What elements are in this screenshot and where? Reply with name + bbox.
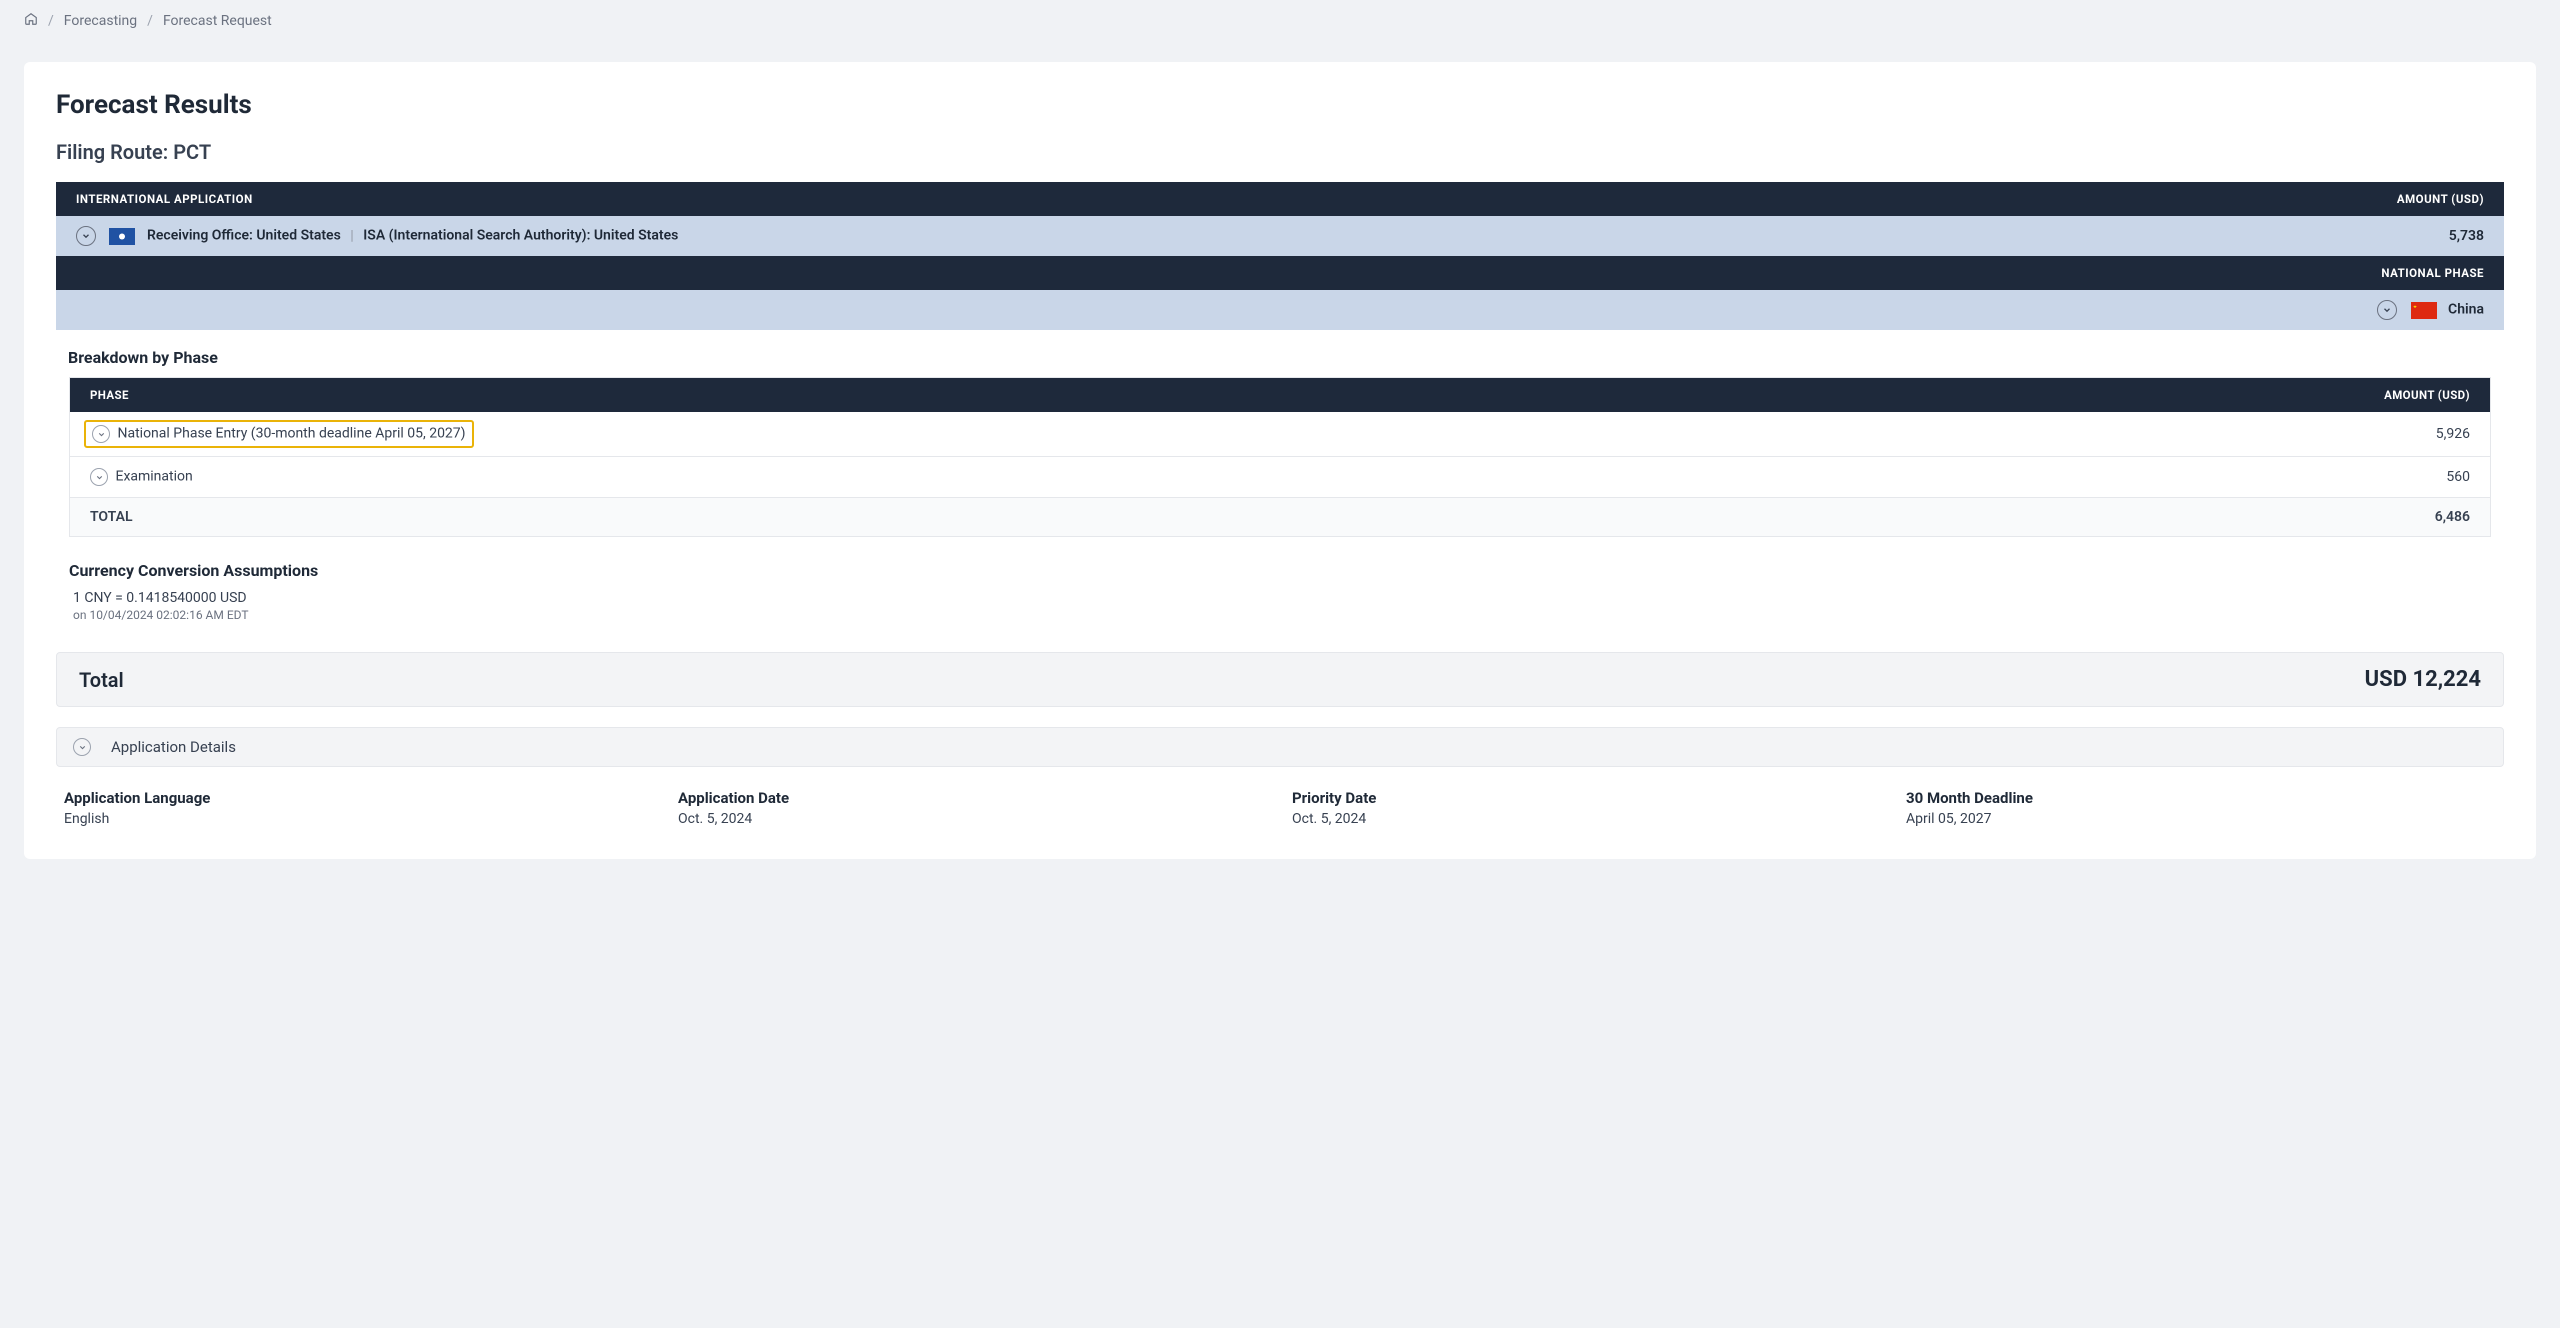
detail-value: April 05, 2027 (1906, 811, 2496, 827)
expand-phase-entry-button[interactable] (92, 425, 110, 443)
breakdown-col-phase: PHASE (70, 378, 1929, 413)
breakdown-total-amount: 6,486 (1928, 498, 2490, 537)
china-flag-icon (2411, 302, 2437, 319)
breakdown-total-label: TOTAL (70, 498, 1929, 537)
detail-application-date: Application Date Oct. 5, 2024 (678, 789, 1268, 827)
currency-line: 1 CNY = 0.1418540000 USD (73, 590, 2504, 606)
detail-priority-date: Priority Date Oct. 5, 2024 (1292, 789, 1882, 827)
national-phase-header-row: NATIONAL PHASE (56, 256, 2504, 290)
examination-label: Examination (115, 469, 192, 485)
currency-section: Currency Conversion Assumptions 1 CNY = … (69, 561, 2504, 622)
national-phase-header-label: NATIONAL PHASE (56, 256, 2504, 290)
expand-china-button[interactable] (2377, 300, 2397, 320)
filing-route-subtitle: Filing Route: PCT (56, 140, 2504, 164)
detail-label: 30 Month Deadline (1906, 789, 2496, 807)
breadcrumb-home[interactable] (24, 12, 38, 30)
intl-header-amount: AMOUNT (USD) (2100, 182, 2505, 216)
detail-label: Application Language (64, 789, 654, 807)
examination-amount: 560 (1928, 457, 2490, 498)
breadcrumb: / Forecasting / Forecast Request (0, 0, 2560, 42)
total-bar: Total USD 12,224 (56, 652, 2504, 707)
breakdown-total-row: TOTAL 6,486 (70, 498, 2491, 537)
content-card: Forecast Results Filing Route: PCT INTER… (24, 62, 2536, 859)
expand-app-details-button[interactable] (73, 738, 91, 756)
page-title: Forecast Results (56, 90, 2504, 120)
isa-label: ISA (International Search Authority): Un… (363, 228, 678, 244)
breakdown-col-amount: AMOUNT (USD) (1928, 378, 2490, 413)
expand-examination-button[interactable] (90, 468, 108, 486)
highlighted-phase-entry: National Phase Entry (30-month deadline … (84, 420, 474, 448)
application-details-grid: Application Language English Application… (56, 789, 2504, 827)
phase-entry-label: National Phase Entry (30-month deadline … (117, 426, 465, 442)
detail-label: Application Date (678, 789, 1268, 807)
detail-value: Oct. 5, 2024 (678, 811, 1268, 827)
total-value: USD 12,224 (2365, 667, 2481, 692)
country-label: China (2448, 302, 2484, 318)
breakdown-table: PHASE AMOUNT (USD) National Phase Entry … (69, 377, 2491, 537)
breadcrumb-separator: / (147, 13, 153, 29)
detail-label: Priority Date (1292, 789, 1882, 807)
currency-date: on 10/04/2024 02:02:16 AM EDT (73, 608, 2504, 622)
breakdown-row-national-phase-entry: National Phase Entry (30-month deadline … (70, 412, 2491, 457)
currency-title: Currency Conversion Assumptions (69, 561, 2504, 580)
intl-header-row: INTERNATIONAL APPLICATION AMOUNT (USD) (56, 182, 2504, 216)
national-phase-china-row: China (56, 290, 2504, 330)
application-details-bar: Application Details (56, 727, 2504, 767)
breadcrumb-separator: / (48, 13, 54, 29)
intl-amount-value: 5,738 (2100, 216, 2505, 256)
detail-value: Oct. 5, 2024 (1292, 811, 1882, 827)
app-details-title: Application Details (111, 738, 236, 756)
intl-receiving-office-row: Receiving Office: United States | ISA (I… (56, 216, 2504, 256)
phase-entry-amount: 5,926 (1928, 412, 2490, 457)
home-icon (24, 12, 38, 26)
breakdown-row-examination: Examination 560 (70, 457, 2491, 498)
detail-30-month-deadline: 30 Month Deadline April 05, 2027 (1906, 789, 2496, 827)
receiving-office-label: Receiving Office: United States (147, 228, 341, 244)
breadcrumb-forecasting[interactable]: Forecasting (64, 13, 137, 29)
detail-value: English (64, 811, 654, 827)
breadcrumb-current: Forecast Request (163, 13, 272, 29)
intl-header-label: INTERNATIONAL APPLICATION (56, 182, 2100, 216)
wipo-flag-icon (109, 228, 135, 245)
divider: | (350, 228, 354, 244)
international-application-table: INTERNATIONAL APPLICATION AMOUNT (USD) R… (56, 182, 2504, 330)
breakdown-header-row: PHASE AMOUNT (USD) (70, 378, 2491, 413)
expand-intl-button[interactable] (76, 226, 96, 246)
total-label: Total (79, 668, 124, 692)
breakdown-title: Breakdown by Phase (68, 348, 2504, 367)
detail-application-language: Application Language English (64, 789, 654, 827)
